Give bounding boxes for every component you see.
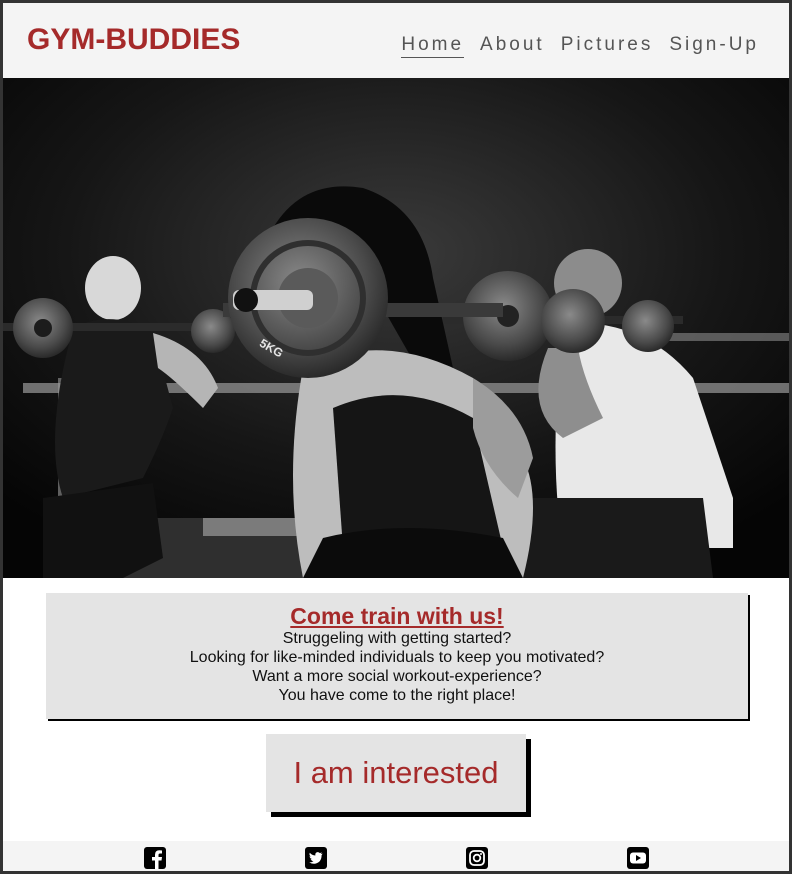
instagram-icon[interactable] [465,846,489,870]
hero-weightlifting-photo: 5KG [3,78,789,578]
nav-pictures-link[interactable]: Pictures [561,34,654,58]
site-footer [3,841,789,871]
hero-image: 5KG [3,78,789,578]
site-header: GYM-BUDDIES Home About Pictures Sign-Up [3,3,789,78]
info-box: Come train with us! Struggeling with get… [46,593,748,719]
interested-button[interactable]: I am interested [266,734,526,812]
nav-home-link[interactable]: Home [401,34,465,58]
youtube-icon[interactable] [626,846,650,870]
main-nav: Home About Pictures Sign-Up [401,34,759,58]
twitter-icon[interactable] [304,846,328,870]
info-title: Come train with us! [290,603,504,629]
facebook-icon[interactable] [143,846,167,870]
info-line: Want a more social workout-experience? [252,668,542,685]
info-line: You have come to the right place! [278,687,516,704]
page-frame: GYM-BUDDIES Home About Pictures Sign-Up [0,0,792,874]
site-logo[interactable]: GYM-BUDDIES [27,23,240,57]
nav-signup-link[interactable]: Sign-Up [669,34,759,58]
nav-about-link[interactable]: About [480,34,545,58]
info-line: Looking for like-minded individuals to k… [189,649,605,666]
info-line: Struggeling with getting started? [282,630,512,647]
